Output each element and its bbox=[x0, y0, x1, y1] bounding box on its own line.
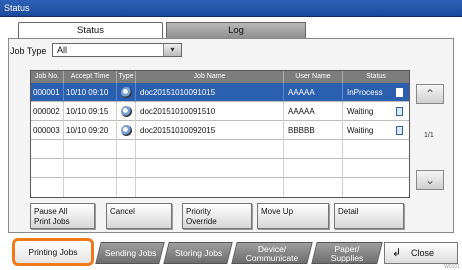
status-indicator-icon bbox=[396, 107, 403, 116]
column-job-name: Job Name bbox=[136, 71, 284, 83]
pause-all-print-jobs-label: Pause All Print Jobs bbox=[34, 207, 70, 226]
column-job-no: Job No. bbox=[31, 71, 64, 83]
user-name: BBBBB bbox=[284, 121, 343, 140]
status-screen: Status Status Log Job Type All ▾ Job No.… bbox=[0, 0, 462, 270]
tab-device-communicate[interactable]: Device/ Communicate bbox=[231, 242, 313, 264]
column-type: Type bbox=[117, 71, 136, 83]
move-up-label: Move Up bbox=[261, 207, 294, 216]
sending-jobs-label: Sending Jobs bbox=[104, 248, 157, 258]
printing-jobs-label: Printing Jobs bbox=[28, 247, 78, 257]
device-communicate-label: Device/ Communicate bbox=[245, 244, 299, 263]
tab-sending-jobs[interactable]: Sending Jobs bbox=[95, 242, 165, 264]
job-no: 000001 bbox=[31, 83, 64, 102]
tab-status[interactable]: Status bbox=[18, 22, 163, 39]
job-table: Job No. Accept Time Type Job Name User N… bbox=[30, 70, 410, 198]
accept-time: 10/10 09:15 bbox=[64, 102, 117, 121]
tab-storing-jobs[interactable]: Storing Jobs bbox=[163, 242, 233, 264]
job-status: Waiting bbox=[343, 121, 409, 140]
cancel-label: Cancel bbox=[110, 207, 135, 216]
pause-all-print-jobs-button[interactable]: Pause All Print Jobs bbox=[30, 203, 95, 229]
table-scrollbar: ⌃ 1/1 ⌄ bbox=[410, 70, 450, 198]
job-name: doc20151010091510 bbox=[136, 102, 284, 121]
page-indicator: 1/1 bbox=[424, 132, 434, 139]
column-user-name: User Name bbox=[284, 71, 343, 83]
print-job-icon bbox=[117, 102, 136, 121]
storing-jobs-label: Storing Jobs bbox=[174, 248, 223, 258]
accept-time: 10/10 09:20 bbox=[64, 121, 117, 140]
table-row[interactable]: 000003 10/10 09:20 doc20151010092015 BBB… bbox=[31, 121, 409, 140]
job-name: doc20151010092015 bbox=[136, 121, 284, 140]
job-no: 000003 bbox=[31, 121, 64, 140]
close-label: Close bbox=[411, 248, 435, 258]
tab-log[interactable]: Log bbox=[166, 22, 306, 39]
table-row[interactable]: 000001 10/10 09:10 doc20151010091015 AAA… bbox=[31, 83, 409, 102]
column-status: Status bbox=[366, 73, 386, 80]
table-row-empty bbox=[31, 140, 409, 159]
table-row-empty bbox=[31, 159, 409, 178]
status-indicator-icon bbox=[396, 88, 403, 97]
job-actions: Pause All Print Jobs Cancel Priority Ove… bbox=[30, 203, 410, 229]
cancel-button[interactable]: Cancel bbox=[106, 203, 172, 229]
table-row-empty bbox=[31, 178, 409, 197]
job-status-text: Waiting bbox=[347, 126, 374, 135]
job-status-text: InProcess bbox=[347, 88, 383, 97]
job-name: doc20151010091015 bbox=[136, 83, 284, 102]
tab-paper-supplies[interactable]: Paper/ Supplies bbox=[311, 242, 383, 264]
chevron-down-icon[interactable]: ▾ bbox=[163, 44, 181, 56]
window-title: Status bbox=[0, 0, 462, 17]
status-indicator-icon bbox=[396, 126, 403, 135]
close-button[interactable]: ↲ Close bbox=[384, 242, 458, 264]
table-header: Job No. Accept Time Type Job Name User N… bbox=[31, 71, 409, 83]
priority-override-label: Priority Override bbox=[186, 207, 217, 226]
detail-button[interactable]: Detail bbox=[334, 203, 404, 229]
bottom-navigation: Sending Jobs Storing Jobs Device/ Commun… bbox=[0, 236, 462, 270]
job-type-select[interactable]: All ▾ bbox=[52, 43, 182, 57]
user-name: AAAAA bbox=[284, 102, 343, 121]
print-job-icon bbox=[117, 83, 136, 102]
job-status-text: Waiting bbox=[347, 107, 374, 116]
job-status: InProcess bbox=[343, 83, 409, 102]
screen-code: W0101 bbox=[444, 264, 460, 270]
job-type-label: Job Type bbox=[10, 46, 47, 56]
table-row[interactable]: 000002 10/10 09:15 doc20151010091510 AAA… bbox=[31, 102, 409, 121]
accept-time: 10/10 09:10 bbox=[64, 83, 117, 102]
job-status: Waiting bbox=[343, 102, 409, 121]
detail-label: Detail bbox=[338, 207, 359, 216]
move-up-button[interactable]: Move Up bbox=[257, 203, 329, 229]
print-job-icon bbox=[117, 121, 136, 140]
chevron-down-icon[interactable]: ⌄ bbox=[416, 170, 444, 190]
job-no: 000002 bbox=[31, 102, 64, 121]
status-tabs: Status Log bbox=[18, 22, 448, 39]
job-type-value: All bbox=[57, 45, 68, 55]
tab-printing-jobs[interactable]: Printing Jobs bbox=[12, 238, 94, 266]
priority-override-button[interactable]: Priority Override bbox=[182, 203, 252, 229]
column-accept-time: Accept Time bbox=[64, 71, 117, 83]
user-name: AAAAA bbox=[284, 83, 343, 102]
chevron-up-icon[interactable]: ⌃ bbox=[416, 84, 444, 104]
paper-supplies-label: Paper/ Supplies bbox=[330, 244, 364, 263]
return-arrow-icon: ↲ bbox=[392, 247, 402, 259]
